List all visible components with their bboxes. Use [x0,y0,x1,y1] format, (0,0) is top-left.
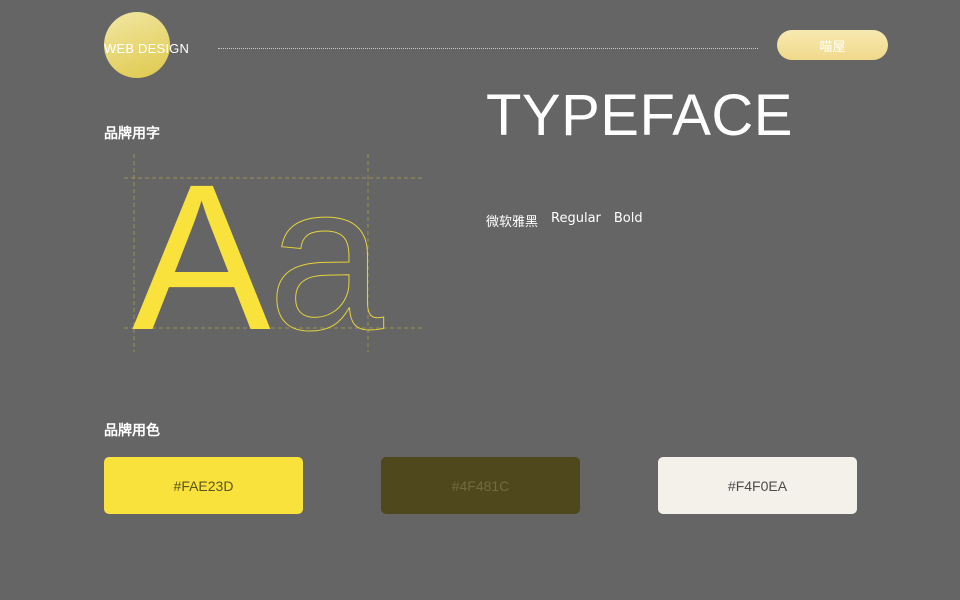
color-swatch-olive: #4F481C [381,457,580,514]
font-info: 微软雅黑 Regular Bold [486,211,643,230]
color-swatch-cream: #F4F0EA [658,457,857,514]
page: WEB DESIGN 喵屋 品牌用字 A a TYPEFACE 微软雅黑 Reg… [0,0,960,600]
font-weight-regular: Regular [551,211,601,226]
swatch-label: #F4F0EA [727,477,788,494]
color-heading: 品牌用色 [104,423,160,439]
typeface-title: TYPEFACE [486,83,793,148]
font-weight-bold: Bold [613,211,643,226]
header-divider [218,48,758,49]
logo-text: WEB DESIGN [104,41,190,56]
sample-letter-uppercase: A [132,150,271,355]
typeface-heading: 品牌用字 [104,126,160,142]
font-name: 微软雅黑 [486,215,539,230]
swatch-label: #4F481C [451,477,510,494]
color-swatch-yellow: #FAE23D [104,457,303,514]
swatch-label: #FAE23D [173,477,234,494]
sample-letter-lowercase: a [268,150,384,355]
typeface-sample: A a [124,150,422,355]
header-button[interactable]: 喵屋 [777,30,888,60]
